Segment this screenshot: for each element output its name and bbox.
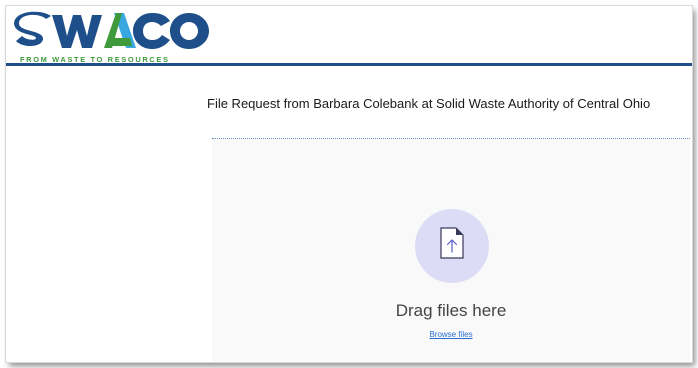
window-frame: FROM WASTE TO RESOURCES File Request fro… xyxy=(6,6,692,362)
file-dropzone[interactable]: Drag files here Browse files xyxy=(212,138,690,362)
browse-files-link[interactable]: Browse files xyxy=(212,330,690,339)
logo-tagline: FROM WASTE TO RESOURCES xyxy=(20,55,170,64)
page-header: FROM WASTE TO RESOURCES xyxy=(6,6,692,66)
swaco-logo: FROM WASTE TO RESOURCES xyxy=(12,10,212,64)
upload-icon-circle xyxy=(415,209,489,283)
drag-files-message: Drag files here xyxy=(395,301,507,320)
upload-file-icon xyxy=(440,227,464,259)
file-request-title: File Request from Barbara Colebank at So… xyxy=(207,96,651,111)
swaco-logo-graphic xyxy=(14,11,209,49)
left-sidebar xyxy=(6,69,211,362)
